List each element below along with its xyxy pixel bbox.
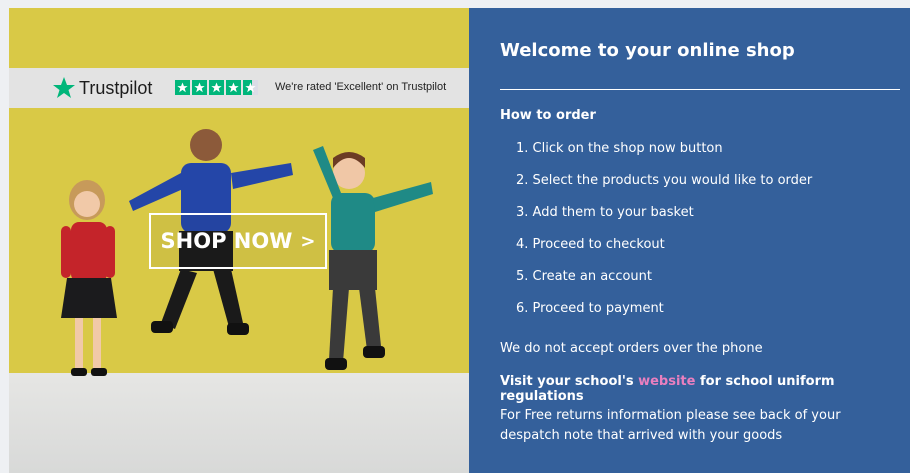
order-info-panel: Welcome to your online shop How to order… [469,8,910,473]
uniform-regulations-notice: Visit your school's website for school u… [500,374,910,404]
page-title: Welcome to your online shop [500,40,795,61]
order-step: 3. Add them to your basket [516,205,694,220]
trustpilot-rating-stars [175,80,258,95]
title-divider [500,89,900,90]
rating-star-icon [192,80,207,95]
how-to-order-heading: How to order [500,108,596,123]
shop-now-button[interactable]: SHOP NOW > [149,213,327,269]
rating-star-icon [175,80,190,95]
trustpilot-tagline: We're rated 'Excellent' on Trustpilot [275,81,447,93]
trustpilot-bar: Trustpilot We're rated 'Excellent' on Tr… [9,68,469,108]
hero-banner: Trustpilot We're rated 'Excellent' on Tr… [9,8,469,473]
order-step: 1. Click on the shop now button [516,141,723,156]
phone-notice: We do not accept orders over the phone [500,341,763,356]
chevron-right-icon: > [300,230,316,252]
order-step: 4. Proceed to checkout [516,237,665,252]
rating-half-star-icon [243,80,258,95]
trustpilot-brand: Trustpilot [79,78,153,98]
shop-now-label: SHOP NOW [160,229,293,253]
rating-star-icon [226,80,241,95]
order-step: 6. Proceed to payment [516,301,664,316]
order-step: 5. Create an account [516,269,652,284]
order-step: 2. Select the products you would like to… [516,173,813,188]
trustpilot-star-icon [53,77,75,98]
school-website-link[interactable]: website [638,374,695,389]
order-steps-list: 1. Click on the shop now button 2. Selec… [516,139,812,331]
rating-star-icon [209,80,224,95]
child-red-cardigan-image [61,180,117,376]
visit-prefix: Visit your school's [500,374,639,389]
returns-info: For Free returns information please see … [500,408,841,443]
hero-floor [9,373,469,473]
